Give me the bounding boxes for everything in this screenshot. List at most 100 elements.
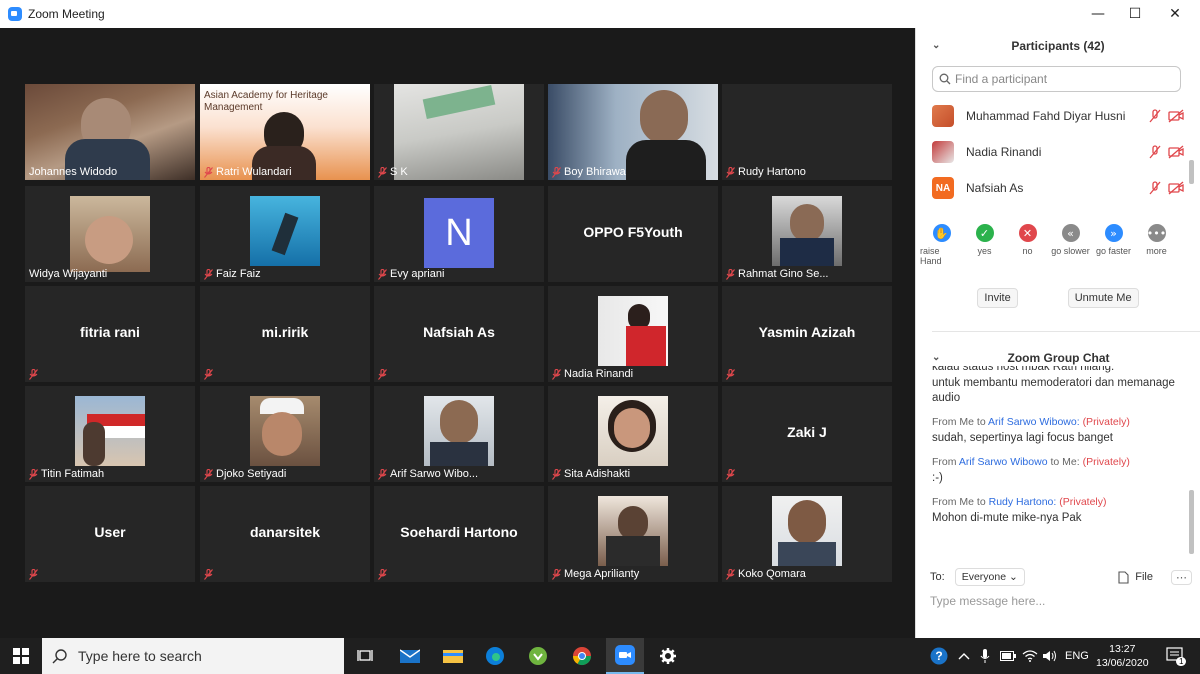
maximize-button[interactable]: ☐ <box>1115 0 1155 28</box>
close-button[interactable]: ✕ <box>1155 0 1195 28</box>
video-tile[interactable]: Arif Sarwo Wibo... <box>374 386 544 482</box>
mic-muted-icon <box>378 268 387 280</box>
svg-text:?: ? <box>935 649 942 663</box>
participant-list[interactable]: Muhammad Fahd Diyar Husni Nadia Rinandi … <box>916 98 1200 210</box>
video-tile[interactable]: Boy Bhirawa <box>548 84 718 180</box>
participant-display-name: danarsitek <box>249 524 321 540</box>
participant-name: Nafsiah As <box>966 181 1024 195</box>
video-tile[interactable]: Sita Adishakti <box>548 386 718 482</box>
chat-scrollbar[interactable] <box>1189 490 1194 554</box>
panel-divider <box>932 331 1200 332</box>
utorrent-icon[interactable] <box>519 638 557 674</box>
video-tile[interactable]: Rahmat Gino Se... <box>722 186 892 282</box>
video-tile[interactable]: Djoko Setiyadi <box>200 386 370 482</box>
chat-log[interactable]: kalau status host mbak Ratri hilang. unt… <box>932 366 1186 556</box>
clock[interactable]: 13:27 13/06/2020 <box>1096 638 1149 674</box>
mic-muted-icon <box>29 468 38 480</box>
video-tile[interactable]: Johannes Widodo <box>25 84 195 180</box>
video-tile[interactable]: S K <box>374 84 544 180</box>
chrome-icon[interactable] <box>563 638 601 674</box>
video-tile[interactable]: danarsitek <box>200 486 370 582</box>
video-tile[interactable]: Ratri Wulandari Asian Academy for Heritag… <box>200 84 370 180</box>
video-tile[interactable]: Titin Fatimah <box>25 386 195 482</box>
battery-icon[interactable] <box>1000 638 1016 674</box>
video-tile[interactable]: N Evy apriani <box>374 186 544 282</box>
settings-gear-icon[interactable] <box>649 638 687 674</box>
mic-muted-icon <box>204 268 213 280</box>
reaction-check-button[interactable]: ✓ yes <box>963 224 1006 266</box>
participant-name-label: Faiz Faiz <box>216 268 261 280</box>
chat-user-link[interactable]: Rudy Hartono: <box>989 496 1057 508</box>
chat-user-link[interactable]: Arif Sarwo Wibowo <box>959 456 1048 468</box>
chat-message-sender: From Me to Rudy Hartono: (Privately) <box>932 495 1186 510</box>
video-tile[interactable]: User <box>25 486 195 582</box>
reaction-fast-forward-button[interactable]: » go faster <box>1092 224 1135 266</box>
shared-slide-title: Asian Academy for Heritage Management <box>204 90 328 113</box>
chat-user-link[interactable]: Arif Sarwo Wibowo: <box>988 416 1080 428</box>
invite-button[interactable]: Invite <box>977 288 1018 308</box>
avatar-initials: NA <box>932 177 954 199</box>
video-tile[interactable]: Zaki J <box>722 386 892 482</box>
chevron-up-icon[interactable] <box>958 638 970 674</box>
reaction-label: more <box>1146 246 1167 256</box>
video-tile[interactable]: Nafsiah As <box>374 286 544 382</box>
taskbar-search-placeholder: Type here to search <box>78 648 202 664</box>
task-view-icon[interactable] <box>346 638 384 674</box>
find-participant-input[interactable]: Find a participant <box>932 66 1181 92</box>
chat-message-sender: From Arif Sarwo Wibowo to Me: (Privately… <box>932 455 1186 470</box>
file-explorer-icon[interactable] <box>434 638 472 674</box>
recipient-dropdown[interactable]: Everyone ⌄ <box>954 568 1025 586</box>
video-tile[interactable]: Mega Aprilianty <box>548 486 718 582</box>
mic-muted-icon <box>726 166 735 178</box>
participant-name-label: Rahmat Gino Se... <box>738 268 829 280</box>
taskbar-search-box[interactable]: Type here to search <box>42 638 344 674</box>
reaction-rewind-button[interactable]: « go slower <box>1049 224 1092 266</box>
language-indicator[interactable]: ENG <box>1065 638 1089 674</box>
notification-icon[interactable]: 1 <box>1166 638 1187 674</box>
collapse-participants-icon[interactable]: ⌄ <box>932 40 940 51</box>
video-tile[interactable]: OPPO F5Youth <box>548 186 718 282</box>
participant-row[interactable]: Muhammad Fahd Diyar Husni <box>916 98 1200 134</box>
reaction-label: yes <box>977 246 992 256</box>
reaction-more-button[interactable]: ••• more <box>1135 224 1178 266</box>
mic-muted-icon <box>29 569 38 580</box>
chat-message-text: :-) <box>932 472 943 484</box>
more-icon: ••• <box>1147 224 1166 242</box>
participant-name-label: Ratri Wulandari <box>216 166 292 178</box>
video-tile[interactable]: Faiz Faiz <box>200 186 370 282</box>
participant-row[interactable]: NA Nafsiah As <box>916 170 1200 206</box>
to-label: To: <box>930 571 945 583</box>
participant-scrollbar[interactable] <box>1189 160 1194 184</box>
windows-start-icon[interactable] <box>2 638 40 674</box>
video-tile[interactable]: Soehardi Hartono <box>374 486 544 582</box>
chat-message-input[interactable]: Type message here... <box>930 594 1045 608</box>
chat-more-button[interactable]: ⋯ <box>1171 569 1192 585</box>
video-tile[interactable]: Rudy Hartono <box>722 84 892 180</box>
video-tile[interactable]: Yasmin Azizah <box>722 286 892 382</box>
minimize-button[interactable]: — <box>1078 0 1118 28</box>
help-icon[interactable]: ? <box>930 638 948 674</box>
collapse-chat-icon[interactable]: ⌄ <box>932 352 940 363</box>
participant-name: Muhammad Fahd Diyar Husni <box>966 109 1126 123</box>
video-tile[interactable]: fitria rani <box>25 286 195 382</box>
edge-browser-icon[interactable] <box>476 638 514 674</box>
participant-row[interactable]: Nadia Rinandi <box>916 134 1200 170</box>
video-tile[interactable]: mi.ririk <box>200 286 370 382</box>
reaction-x-button[interactable]: ✕ no <box>1006 224 1049 266</box>
wifi-icon[interactable] <box>1022 638 1038 674</box>
zoom-taskbar-icon[interactable] <box>606 638 644 674</box>
reaction-hand-button[interactable]: ✋ raise Hand <box>920 224 963 266</box>
mail-icon[interactable] <box>391 638 429 674</box>
volume-icon[interactable] <box>1042 638 1058 674</box>
participant-name-label: Djoko Setiyadi <box>216 468 287 480</box>
video-tile[interactable]: Nadia Rinandi <box>548 286 718 382</box>
microphone-icon[interactable] <box>980 638 990 674</box>
file-button[interactable]: File <box>1118 570 1153 584</box>
video-tile[interactable]: Widya Wijayanti <box>25 186 195 282</box>
unmute-me-button[interactable]: Unmute Me <box>1067 288 1139 308</box>
check-icon: ✓ <box>975 224 994 242</box>
video-tile[interactable]: Koko Qomara <box>722 486 892 582</box>
mic-muted-icon <box>726 568 735 580</box>
mic-muted-icon <box>378 569 387 580</box>
participant-name-label: Nadia Rinandi <box>564 368 634 380</box>
